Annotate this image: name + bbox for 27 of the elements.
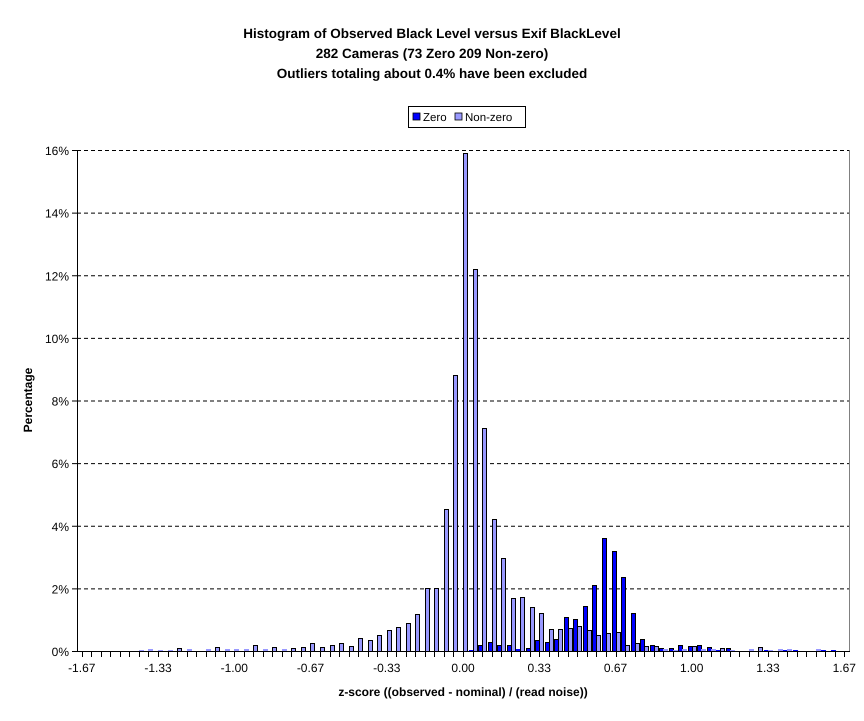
x-tick-label: 1.67	[832, 661, 856, 675]
x-tick-label: -1.00	[220, 661, 248, 675]
chart-title: Histogram of Observed Black Level versus Exif BlackLevel	[243, 26, 621, 41]
y-tick-label: 4%	[52, 520, 69, 534]
y-axis-title: Percentage	[21, 368, 35, 432]
x-axis-title: z-score ((observed - nominal) / (read noise))	[338, 685, 588, 699]
y-tick-label: 16%	[44, 144, 69, 158]
chart-title: Outliers totaling about 0.4% have been excluded	[276, 66, 588, 81]
y-tick-label: 12%	[44, 269, 69, 284]
chart-title: 282 Cameras (73 Zero 209 Non-zero)	[316, 46, 548, 61]
y-tick-label: 2%	[52, 582, 69, 596]
legend-label: Zero	[423, 112, 447, 124]
x-tick-label: 0.33	[528, 661, 551, 675]
x-tick-label: -0.33	[373, 661, 400, 675]
x-tick-label: -1.67	[68, 661, 96, 675]
y-tick-label: 6%	[52, 457, 69, 472]
x-tick-label: 1.00	[680, 661, 704, 675]
x-tick-label: 0.67	[604, 661, 628, 675]
y-tick-label: 14%	[44, 206, 69, 221]
x-tick-label: 1.33	[756, 661, 780, 675]
x-tick-label: 0.00	[451, 661, 475, 675]
x-tick-label: -0.67	[296, 661, 324, 675]
legend-label: Non-zero	[465, 112, 512, 124]
y-tick-label: 8%	[52, 394, 69, 408]
y-tick-label: 0%	[52, 645, 69, 659]
x-tick-label: -1.33	[144, 661, 172, 675]
y-tick-label: 10%	[44, 332, 69, 346]
